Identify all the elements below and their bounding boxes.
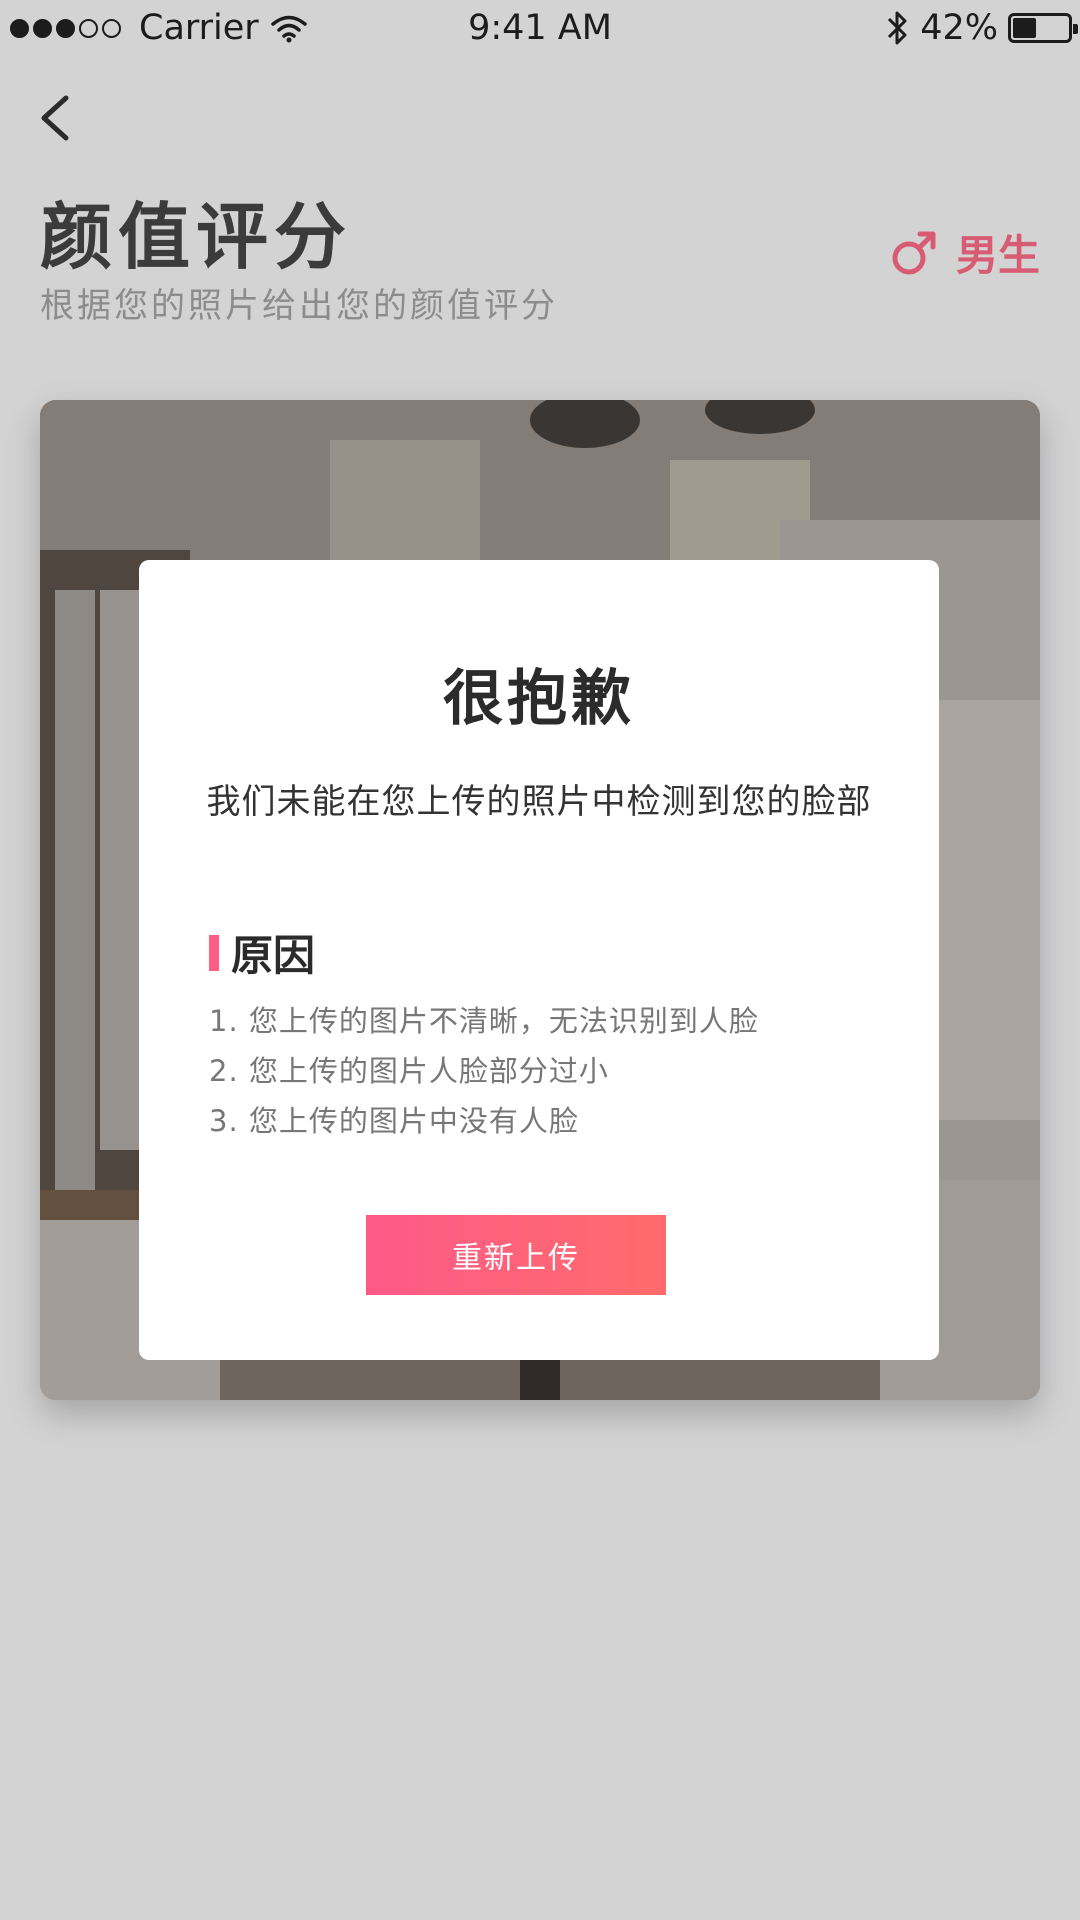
- reason-item: 2. 您上传的图片人脸部分过小: [209, 1054, 609, 1088]
- dialog-title: 很抱歉: [443, 664, 635, 734]
- page-title: 颜值评分: [40, 195, 353, 279]
- battery-percent: 42%: [920, 8, 998, 48]
- reason-accent-bar: [209, 934, 219, 971]
- screen: Carrier 9:41 AM 42% 颜值评分 根据您的照片给出您的颜值评分: [0, 0, 1080, 1920]
- chevron-left-icon[interactable]: [36, 92, 76, 144]
- error-dialog: 很抱歉 我们未能在您上传的照片中检测到您的脸部 原因 1. 您上传的图片不清晰，…: [139, 560, 939, 1360]
- page-subtitle: 根据您的照片给出您的颜值评分: [40, 286, 558, 326]
- battery-fill: [1013, 18, 1036, 38]
- reason-list: 1. 您上传的图片不清晰，无法识别到人脸 2. 您上传的图片人脸部分过小 3. …: [209, 996, 759, 1146]
- status-bar: Carrier 9:41 AM 42%: [0, 0, 1080, 62]
- reason-heading: 原因: [209, 922, 315, 983]
- reason-item: 1. 您上传的图片不清晰，无法识别到人脸: [209, 1004, 759, 1038]
- reupload-button[interactable]: 重新上传: [366, 1215, 666, 1295]
- gender-label: 男生: [955, 231, 1040, 280]
- dialog-message: 我们未能在您上传的照片中检测到您的脸部: [206, 782, 872, 822]
- battery-icon: [1008, 13, 1078, 43]
- status-right: 42%: [886, 8, 1078, 48]
- reason-title: 原因: [231, 931, 316, 980]
- gender-selector[interactable]: 男生: [890, 222, 1040, 283]
- reason-item: 3. 您上传的图片中没有人脸: [209, 1104, 579, 1138]
- bluetooth-icon: [888, 11, 907, 45]
- male-icon: [892, 231, 936, 274]
